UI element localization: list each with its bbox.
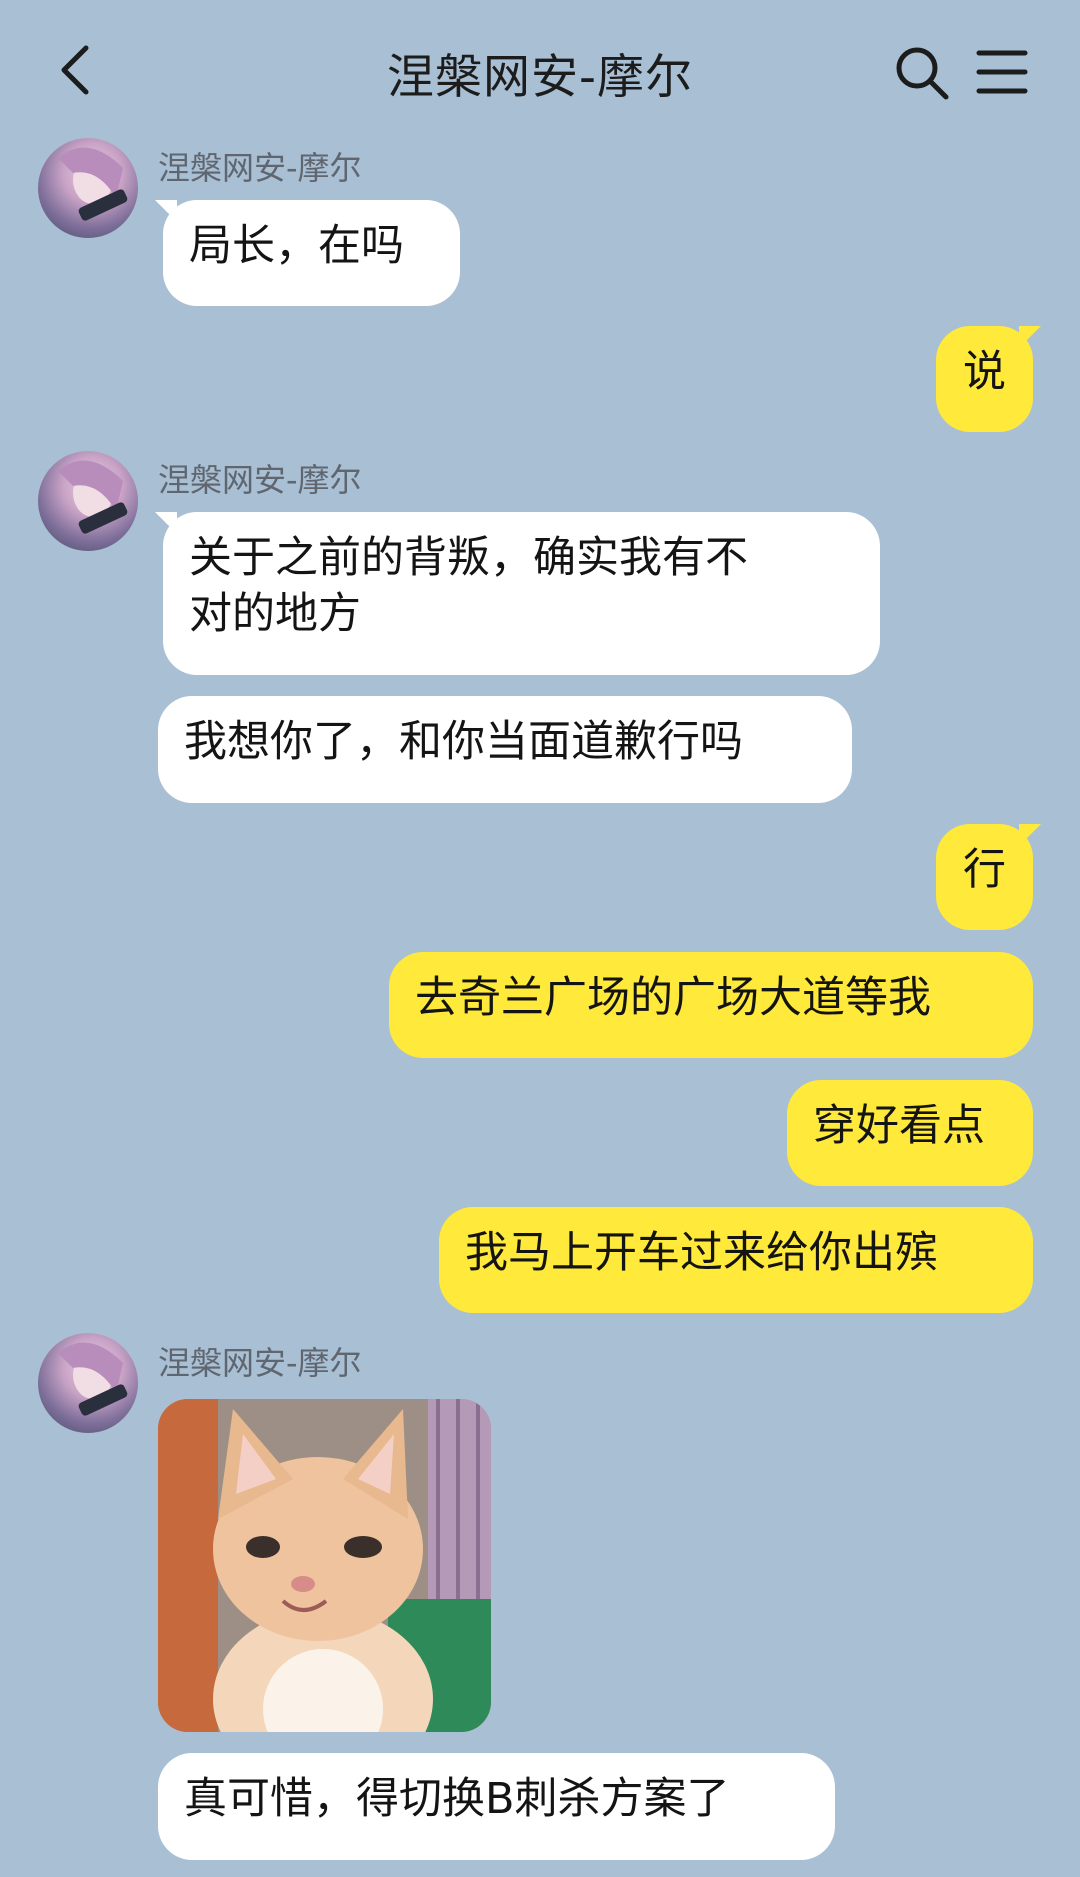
- kitten-sticker[interactable]: [158, 1399, 491, 1732]
- menu-button[interactable]: [976, 48, 1028, 96]
- sender-name: 涅槃网安-摩尔: [158, 149, 362, 187]
- message-bubble-incoming[interactable]: 我想你了，和你当面道歉行吗: [158, 696, 852, 803]
- message-bubble-outgoing[interactable]: 说: [936, 326, 1041, 432]
- message-bubble-outgoing[interactable]: 我马上开车过来给你出殡: [439, 1207, 1033, 1313]
- chat-header: 涅槃网安-摩尔: [0, 0, 1080, 140]
- search-button[interactable]: [893, 44, 951, 102]
- avatar[interactable]: [38, 1333, 138, 1433]
- message-bubble-incoming[interactable]: 真可惜，得切换B刺杀方案了: [158, 1753, 835, 1860]
- message-bubble-incoming[interactable]: 关于之前的背叛，确实我有不 对的地方: [155, 512, 880, 675]
- sender-name: 涅槃网安-摩尔: [158, 461, 362, 499]
- search-icon: [896, 47, 949, 100]
- menu-icon: [976, 50, 1028, 94]
- sender-name: 涅槃网安-摩尔: [158, 1344, 362, 1382]
- avatar[interactable]: [38, 138, 138, 238]
- avatar[interactable]: [38, 451, 138, 551]
- message-bubble-incoming[interactable]: 局长，在吗: [155, 200, 460, 306]
- message-bubble-outgoing[interactable]: 去奇兰广场的广场大道等我: [389, 952, 1033, 1058]
- message-bubble-outgoing[interactable]: 穿好看点: [787, 1080, 1033, 1186]
- message-bubble-outgoing[interactable]: 行: [936, 824, 1041, 930]
